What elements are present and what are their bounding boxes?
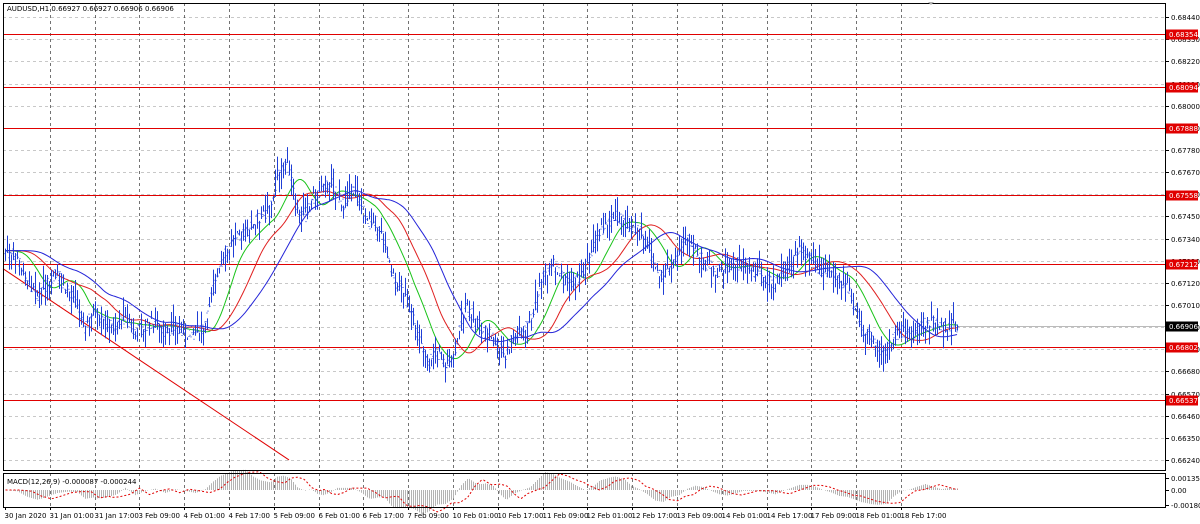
level-price-label: 0.67212 [1169, 261, 1198, 269]
macd-label: MACD(12,26,9) -0.000087 -0.000244 [7, 478, 137, 486]
y-tick-label: 0.67670 [1171, 169, 1200, 177]
y-tick-label: 0.66460 [1171, 413, 1200, 421]
level-price-label: 0.68354 [1169, 31, 1198, 39]
x-tick-label: 6 Feb 01:00 [319, 512, 360, 520]
x-tick-label: 30 Jan 2020 [5, 512, 47, 520]
x-tick-label: 31 Jan 01:00 [50, 512, 94, 520]
x-tick-label: 4 Feb 17:00 [229, 512, 270, 520]
level-price-label: 0.68094 [1169, 84, 1198, 92]
x-tick-label: 4 Feb 01:00 [184, 512, 225, 520]
y-tick-label: 0.67010 [1171, 302, 1200, 310]
y-tick-label: 0.67450 [1171, 213, 1200, 221]
macd-y-tick-label: 0.00 [1171, 487, 1187, 495]
chart-window[interactable]: 0.684400.683300.682200.681100.680000.678… [0, 0, 1200, 524]
x-tick-label: 13 Feb 09:00 [677, 512, 723, 520]
x-tick-label: 5 Feb 09:00 [274, 512, 315, 520]
current-price-label: 0.66906 [1169, 323, 1198, 331]
time-axis: 30 Jan 2020 31 Jan 01:00 31 Jan 17:00 3 Feb… [5, 507, 947, 520]
x-tick-label: 10 Feb 17:00 [498, 512, 544, 520]
x-tick-label: 7 Feb 09:00 [408, 512, 449, 520]
x-tick-label: 12 Feb 01:00 [587, 512, 633, 520]
level-price-label: 0.67888 [1169, 125, 1198, 133]
x-tick-label: 14 Feb 01:00 [722, 512, 768, 520]
y-tick-label: 0.67120 [1171, 280, 1200, 288]
y-tick-label: 0.66240 [1171, 457, 1200, 465]
macd-signal-line [5, 471, 958, 513]
y-tick-label: 0.67780 [1171, 147, 1200, 155]
x-tick-label: 10 Feb 01:00 [453, 512, 499, 520]
macd-y-tick-label: 0.001357 [1171, 475, 1200, 483]
y-tick-label: 0.68220 [1171, 58, 1200, 66]
y-tick-label: 0.67340 [1171, 236, 1200, 244]
x-tick-label: 17 Feb 09:00 [811, 512, 857, 520]
grid-lines [3, 3, 1165, 507]
level-price-label: 0.66802 [1169, 344, 1198, 352]
y-tick-label: 0.68440 [1171, 14, 1200, 22]
chart-info-header: AUDUSD,H1 0.66927 0.66927 0.66906 0.6690… [7, 5, 174, 13]
macd-frame [3, 473, 1166, 508]
x-tick-label: 14 Feb 17:00 [767, 512, 813, 520]
y-tick-label: 0.66350 [1171, 435, 1200, 443]
y-tick-label: 0.66680 [1171, 368, 1200, 376]
level-price-label: 0.66537 [1169, 397, 1198, 405]
x-tick-label: 3 Feb 09:00 [139, 512, 180, 520]
chart-frame [3, 3, 1166, 508]
x-tick-label: 11 Feb 09:00 [543, 512, 589, 520]
level-price-label: 0.67558 [1169, 192, 1198, 200]
macd-y-tick-label: -0.001807 [1171, 502, 1200, 510]
horizontal-levels[interactable] [3, 34, 1165, 401]
x-tick-label: 12 Feb 17:00 [632, 512, 678, 520]
x-tick-label: 18 Feb 17:00 [901, 512, 947, 520]
chart-canvas[interactable]: 0.684400.683300.682200.681100.680000.678… [0, 0, 1200, 524]
x-tick-label: 6 Feb 17:00 [363, 512, 404, 520]
x-tick-label: 18 Feb 01:00 [856, 512, 902, 520]
y-tick-label: 0.68000 [1171, 103, 1200, 111]
x-tick-label: 31 Jan 17:00 [95, 512, 139, 520]
